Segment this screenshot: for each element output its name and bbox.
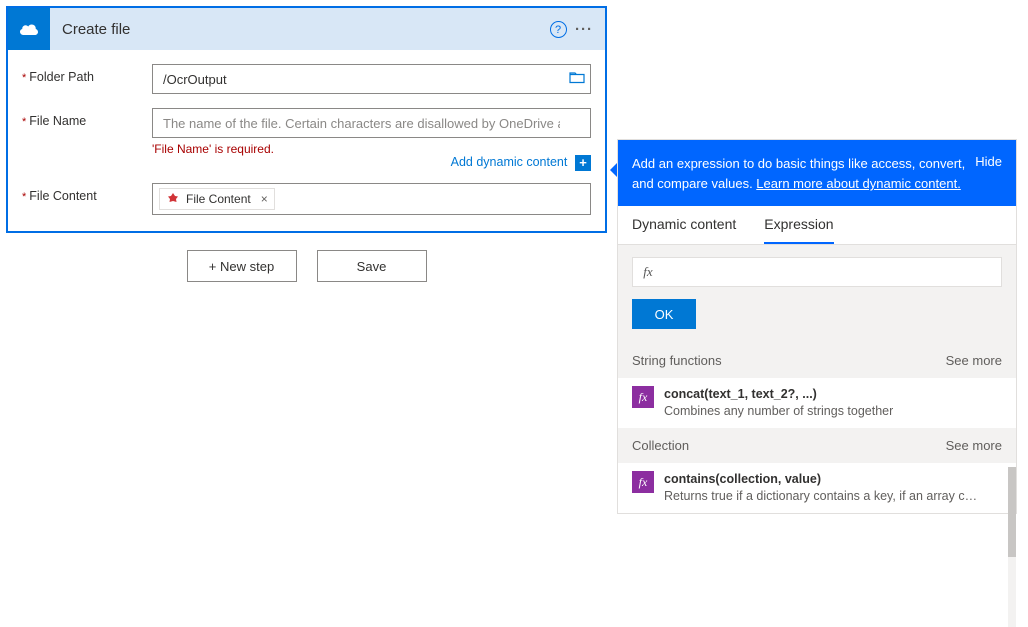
expression-input[interactable]: [663, 258, 1001, 286]
onedrive-connector-icon: [8, 8, 50, 50]
function-concat[interactable]: fx concat(text_1, text_2?, ...) Combines…: [618, 378, 1016, 428]
field-file-name: File Name 'File Name' is required.: [22, 108, 591, 156]
api-token-icon: [166, 192, 180, 206]
file-content-token[interactable]: File Content ×: [159, 188, 275, 210]
expression-area: fx OK: [618, 245, 1016, 343]
file-content-label: File Content: [22, 183, 152, 203]
see-more-link[interactable]: See more: [946, 353, 1002, 368]
flyout-description: Add an expression to do basic things lik…: [632, 154, 965, 194]
learn-more-link[interactable]: Learn more about dynamic content.: [756, 176, 961, 191]
section-title: Collection: [632, 438, 689, 453]
hide-button[interactable]: Hide: [975, 154, 1002, 194]
action-buttons: + New step Save: [6, 250, 607, 282]
field-file-content: File Content File Content ×: [22, 183, 591, 215]
card-body: Folder Path File Name 'File Name' is req…: [8, 50, 605, 231]
folder-path-label: Folder Path: [22, 64, 152, 84]
section-string-functions: String functions See more: [618, 343, 1016, 378]
create-file-card: Create file ? ··· Folder Path File Name …: [6, 6, 607, 233]
function-signature: contains(collection, value): [664, 471, 984, 488]
fx-badge-icon: fx: [632, 471, 654, 493]
help-icon[interactable]: ?: [545, 20, 571, 39]
add-dynamic-content-row: Add dynamic content +: [22, 154, 591, 171]
fx-input-wrap: fx: [632, 257, 1002, 287]
see-more-link[interactable]: See more: [946, 438, 1002, 453]
file-content-input[interactable]: File Content ×: [152, 183, 591, 215]
tab-dynamic-content[interactable]: Dynamic content: [632, 216, 736, 244]
folder-picker-icon[interactable]: [569, 71, 585, 88]
flyout-tabs: Dynamic content Expression: [618, 206, 1016, 245]
more-menu-icon[interactable]: ···: [571, 21, 597, 38]
token-label: File Content: [186, 192, 251, 206]
add-dynamic-content-link[interactable]: Add dynamic content: [451, 155, 568, 169]
card-title: Create file: [50, 21, 545, 38]
function-contains[interactable]: fx contains(collection, value) Returns t…: [618, 463, 1016, 513]
function-description: Combines any number of strings together: [664, 403, 893, 420]
expression-flyout: Add an expression to do basic things lik…: [617, 139, 1017, 514]
fx-badge-icon: fx: [632, 386, 654, 408]
scrollbar-thumb[interactable]: [1008, 467, 1016, 557]
card-header: Create file ? ···: [8, 8, 605, 50]
fx-icon: fx: [633, 264, 663, 280]
scrollbar-track[interactable]: [1008, 467, 1016, 627]
token-remove-icon[interactable]: ×: [261, 192, 268, 206]
tab-expression[interactable]: Expression: [764, 216, 833, 244]
section-collection: Collection See more: [618, 428, 1016, 463]
file-name-input[interactable]: [152, 108, 591, 138]
function-signature: concat(text_1, text_2?, ...): [664, 386, 893, 403]
folder-path-input[interactable]: [152, 64, 591, 94]
function-description: Returns true if a dictionary contains a …: [664, 488, 984, 505]
section-title: String functions: [632, 353, 722, 368]
flyout-header: Add an expression to do basic things lik…: [618, 140, 1016, 206]
save-button[interactable]: Save: [317, 250, 427, 282]
field-folder-path: Folder Path: [22, 64, 591, 94]
add-dynamic-content-plus-icon[interactable]: +: [575, 155, 591, 171]
file-name-label: File Name: [22, 108, 152, 128]
ok-button[interactable]: OK: [632, 299, 696, 329]
new-step-button[interactable]: + New step: [187, 250, 297, 282]
